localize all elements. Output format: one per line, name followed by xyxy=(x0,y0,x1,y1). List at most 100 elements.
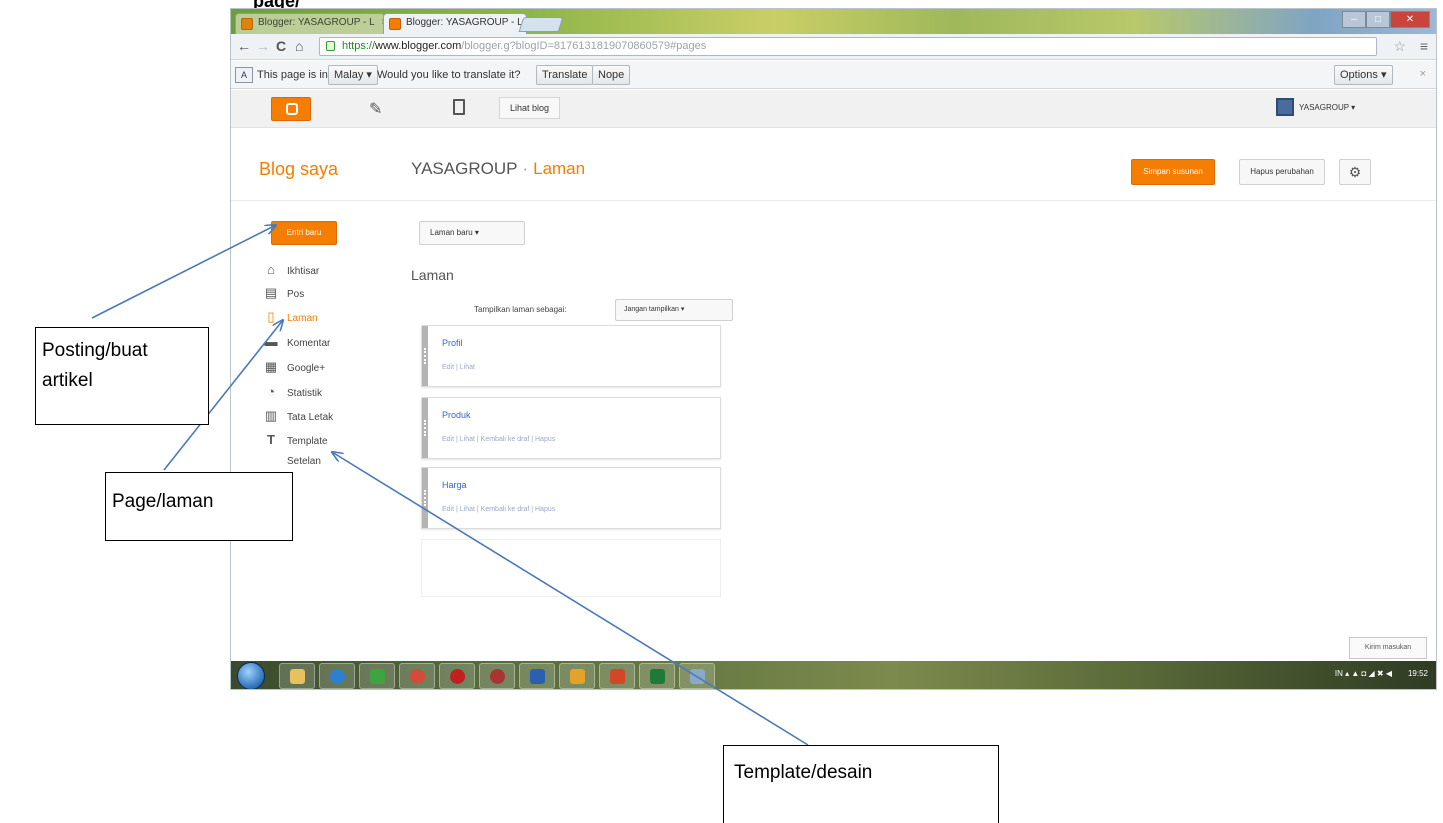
chrome-icon xyxy=(410,669,425,684)
taskbar-ie[interactable] xyxy=(319,663,355,689)
page-item[interactable]: Harga Edit | Lihat | Kembali ke draf | H… xyxy=(421,467,721,529)
sidebar-item-layout[interactable]: ▥ Tata Letak xyxy=(263,408,333,428)
window-icon xyxy=(690,669,705,684)
breadcrumb-separator: · xyxy=(522,159,529,178)
window-controls: – □ ✕ xyxy=(1342,11,1430,29)
home-icon[interactable]: ⌂ xyxy=(295,38,303,54)
drag-handle-icon[interactable] xyxy=(422,468,428,528)
browser-tab-2[interactable]: Blogger: YASAGROUP - L × xyxy=(383,13,527,34)
layout-icon: ▥ xyxy=(264,408,278,423)
back-arrow-icon[interactable]: ← xyxy=(237,38,251,54)
display-pages-select[interactable]: Jangan tampilkan ▾ xyxy=(615,299,733,321)
blogger-logo-button[interactable] xyxy=(271,97,311,121)
display-pages-label: Tampilkan laman sebagai: xyxy=(474,305,567,314)
taskbar-explorer[interactable] xyxy=(279,663,315,689)
taskbar-chrome[interactable] xyxy=(399,663,435,689)
taskbar-media[interactable] xyxy=(359,663,395,689)
send-feedback-button[interactable]: Kirim masukan xyxy=(1349,637,1427,659)
comment-icon: ▬ xyxy=(264,334,278,349)
window-close-button[interactable]: ✕ xyxy=(1390,11,1430,28)
folder-icon xyxy=(290,669,305,684)
sidebar-item-pages[interactable]: ▯ Laman xyxy=(263,309,317,329)
sidebar-item-google-plus[interactable]: ▦ Google+ xyxy=(263,359,325,379)
document-page: page/ Blogger: YASAGROUP - L × Blogger: … xyxy=(0,0,1443,823)
taskbar-word[interactable] xyxy=(519,663,555,689)
language-select[interactable]: Malay ▾ xyxy=(328,65,378,85)
view-blog-button[interactable]: Lihat blog xyxy=(499,97,561,119)
browser-window: Blogger: YASAGROUP - L × Blogger: YASAGR… xyxy=(230,8,1437,690)
home-icon: ⌂ xyxy=(267,262,275,277)
bookmark-star-icon[interactable]: ☆ xyxy=(1393,38,1406,55)
page-item-actions[interactable]: Edit | Lihat | Kembali ke draf | Hapus xyxy=(442,436,555,443)
gear-icon[interactable]: ⚙ xyxy=(1339,159,1371,185)
empty-page-slot xyxy=(421,539,721,597)
lock-icon xyxy=(326,41,335,51)
translate-button[interactable]: Translate xyxy=(536,65,594,85)
excel-icon xyxy=(650,669,665,684)
forward-arrow-icon[interactable]: → xyxy=(256,38,270,54)
tray-icons[interactable]: IN ▴ ▲ ◘ ◢ ✖ ◀ xyxy=(1335,669,1392,678)
media-player-icon xyxy=(370,669,385,684)
new-page-button[interactable]: Laman baru ▾ xyxy=(419,221,525,245)
account-menu[interactable]: YASAGROUP ▾ xyxy=(1299,103,1355,112)
avatar[interactable] xyxy=(1276,98,1294,116)
drag-handle-icon[interactable] xyxy=(422,326,428,386)
page-item[interactable]: Produk Edit | Lihat | Kembali ke draf | … xyxy=(421,397,721,459)
blog-name[interactable]: YASAGROUP xyxy=(411,159,517,178)
save-arrangement-button[interactable]: Simpan susunan xyxy=(1131,159,1215,185)
document-icon[interactable] xyxy=(453,99,465,115)
app-icon xyxy=(490,669,505,684)
taskbar-powerpoint[interactable] xyxy=(599,663,635,689)
posts-icon: ▤ xyxy=(264,285,278,300)
infobar-close-icon[interactable]: × xyxy=(1420,68,1426,80)
maximize-button[interactable]: □ xyxy=(1366,11,1390,28)
translate-prefix: This page is in xyxy=(257,69,328,81)
page-item-title[interactable]: Produk xyxy=(442,410,471,420)
page-item-actions[interactable]: Edit | Lihat xyxy=(442,364,475,371)
translate-question: Would you like to translate it? xyxy=(377,69,521,81)
breadcrumb: YASAGROUP · Laman xyxy=(411,159,585,179)
internet-explorer-icon xyxy=(330,669,345,684)
taskbar-folder[interactable] xyxy=(559,663,595,689)
revert-changes-button[interactable]: Hapus perubahan xyxy=(1239,159,1325,185)
browser-menu-icon[interactable]: ≡ xyxy=(1420,38,1428,54)
pencil-icon[interactable]: ✎ xyxy=(369,99,382,119)
reload-icon[interactable]: C xyxy=(276,38,286,54)
word-icon xyxy=(530,669,545,684)
url-input[interactable]: https://www.blogger.com/blogger.g?blogID… xyxy=(319,37,1377,56)
address-bar-row: ← → C ⌂ https://www.blogger.com/blogger.… xyxy=(231,34,1436,60)
new-post-button[interactable]: Entri baru xyxy=(271,221,337,245)
page-item[interactable]: Profil Edit | Lihat xyxy=(421,325,721,387)
stats-icon: ◔ xyxy=(267,384,275,399)
sidebar-item-template[interactable]: T Template xyxy=(263,432,328,452)
taskbar-opera[interactable] xyxy=(439,663,475,689)
sidebar-item-posts[interactable]: ▤ Pos xyxy=(263,285,304,305)
page-item-actions[interactable]: Edit | Lihat | Kembali ke draf | Hapus xyxy=(442,506,555,513)
taskbar-window[interactable] xyxy=(679,663,715,689)
windows-start-icon[interactable] xyxy=(237,662,265,689)
powerpoint-icon xyxy=(610,669,625,684)
opera-icon xyxy=(450,669,465,684)
translate-options-button[interactable]: Options ▾ xyxy=(1334,65,1393,85)
callout-template: Template/desain xyxy=(723,745,999,823)
system-tray[interactable]: IN ▴ ▲ ◘ ◢ ✖ ◀ 19:52 xyxy=(1335,669,1428,678)
new-tab-button[interactable] xyxy=(518,17,564,32)
nope-button[interactable]: Nope xyxy=(592,65,631,85)
sidebar-item-comments[interactable]: ▬ Komentar xyxy=(263,334,331,354)
minimize-button[interactable]: – xyxy=(1342,11,1366,28)
google-plus-icon: ▦ xyxy=(264,359,278,374)
sidebar-item-overview[interactable]: ⌂ Ikhtisar xyxy=(263,262,319,282)
page-item-title[interactable]: Harga xyxy=(442,480,467,490)
drag-handle-icon[interactable] xyxy=(422,398,428,458)
taskbar-app[interactable] xyxy=(479,663,515,689)
windows-taskbar: IN ▴ ▲ ◘ ◢ ✖ ◀ 19:52 xyxy=(231,661,1436,689)
page-item-title[interactable]: Profil xyxy=(442,338,463,348)
blogger-favicon-icon xyxy=(241,18,253,30)
sidebar-item-stats[interactable]: ◔ Statistik xyxy=(263,384,322,404)
taskbar-excel[interactable] xyxy=(639,663,675,689)
page-icon: ▯ xyxy=(267,309,275,324)
clock[interactable]: 19:52 xyxy=(1408,669,1428,678)
blogger-header: Blog saya YASAGROUP · Laman Simpan susunan… xyxy=(231,129,1436,201)
browser-tab-1[interactable]: Blogger: YASAGROUP - L × xyxy=(235,13,385,34)
my-blogs-link[interactable]: Blog saya xyxy=(259,159,338,180)
